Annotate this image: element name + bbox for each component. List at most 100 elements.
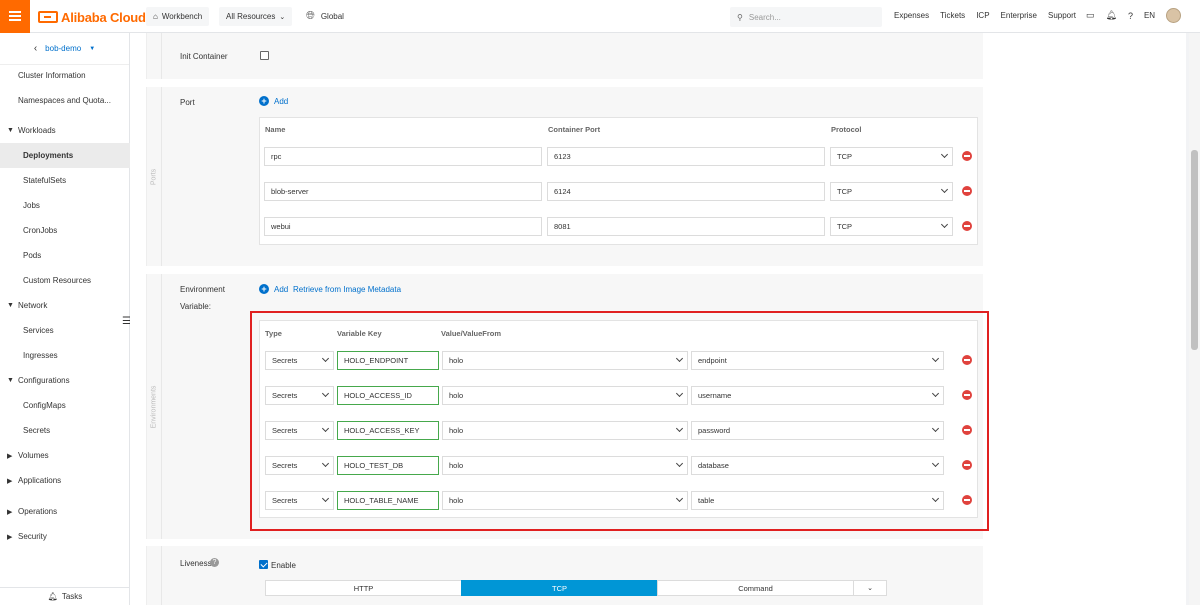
sidebar-group-applications[interactable]: ▶ Applications [0,468,130,493]
enable-label: Enable [271,561,296,570]
tab-http[interactable]: HTTP [265,580,462,596]
cluster-name: bob-demo [45,44,82,53]
container-port-input[interactable]: 6124 [547,182,825,201]
icp-link[interactable]: ICP [976,11,989,20]
sidebar-item-label: Cluster Information [18,71,86,80]
section-side-bar: Environments [147,274,162,539]
sidebar-item-label: Namespaces and Quota... [18,96,111,105]
init-container-checkbox[interactable] [260,51,269,60]
protocol-value: TCP [837,222,852,231]
sidebar-group-operations[interactable]: ▶ Operations [0,499,130,524]
sidebar-item-namespaces[interactable]: Namespaces and Quota... [0,88,130,113]
sidebar-item-ingresses[interactable]: Ingresses [0,343,130,368]
more-tabs-button[interactable]: ⌄ [853,580,887,596]
container-port-input[interactable]: 6123 [547,147,825,166]
home-icon: ⌂ [153,12,158,21]
sidebar-item-deployments[interactable]: Deployments [0,143,130,168]
sidebar-item-services[interactable]: Services [0,318,130,343]
chevron-down-icon [940,220,949,229]
language-switch[interactable]: EN [1144,11,1155,20]
caret-down-icon: ▼ [89,45,96,52]
sidebar-group-configurations[interactable]: ▼ Configurations [0,368,130,393]
sidebar-item-label: Applications [18,476,62,485]
sidebar-item-label: Secrets [23,426,51,435]
support-link[interactable]: Support [1048,11,1076,20]
ports-section: Ports Port + Add Name Container Port Pro… [146,87,983,266]
retrieve-metadata-link[interactable]: Retrieve from Image Metadata [293,285,401,294]
terminal-icon[interactable]: ▭ [1086,10,1095,21]
sidebar-item-label: Pods [23,251,42,260]
workbench-button[interactable]: ⌂ Workbench [146,7,210,26]
caret-down-icon: ▼ [7,127,14,134]
plus-circle-icon: + [259,96,269,106]
init-container-section: Init Container [146,33,983,79]
sidebar-item-cronjobs[interactable]: CronJobs [0,218,130,243]
search-input[interactable]: ⚲ Search... [730,7,882,27]
tickets-link[interactable]: Tickets [940,11,965,20]
sidebar-item-label: Deployments [23,151,74,160]
top-links: Expenses Tickets ICP Enterprise Support [894,11,1076,20]
init-container-label: Init Container [180,52,228,61]
help-icon[interactable]: ? [1128,11,1133,21]
page-scrollbar[interactable] [1189,33,1200,605]
port-label: Port [180,98,195,107]
remove-port-icon[interactable] [962,221,972,231]
menu-icon[interactable] [0,0,30,33]
sidebar-item-label: Security [18,532,47,541]
all-resources-label: All Resources [226,12,276,21]
container-port-input[interactable]: 8081 [547,217,825,236]
tab-tcp[interactable]: TCP [461,580,658,596]
remove-port-icon[interactable] [962,186,972,196]
sidebar-group-security[interactable]: ▶ Security [0,524,130,549]
liveness-label: Liveness [180,559,212,568]
globe-icon: 🌐︎ [306,10,315,22]
cluster-selector[interactable]: ‹ bob-demo ▼ [0,33,129,65]
sidebar-group-network[interactable]: ▼ Network [0,293,130,318]
scrollbar-thumb[interactable] [1191,150,1198,350]
sidebar-item-cluster-information[interactable]: Cluster Information [0,63,130,88]
region-selector[interactable]: 🌐︎ Global [306,10,344,23]
sidebar-item-label: Operations [18,507,58,516]
remove-port-icon[interactable] [962,151,972,161]
sidebar-item-label: Jobs [23,201,40,210]
sidebar-item-configmaps[interactable]: ConfigMaps [0,393,130,418]
add-port-button[interactable]: + Add [259,96,288,106]
protocol-select[interactable]: TCP [830,217,953,236]
sidebar-item-label: Ingresses [23,351,58,360]
sidebar-item-jobs[interactable]: Jobs [0,193,130,218]
search-placeholder: Search... [748,12,781,22]
tab-command[interactable]: Command [657,580,854,596]
chevron-down-icon: ⌄ [279,13,286,21]
sidebar-group-volumes[interactable]: ▶ Volumes [0,443,130,468]
expenses-link[interactable]: Expenses [894,11,929,20]
plus-circle-icon: + [259,284,269,294]
enterprise-link[interactable]: Enterprise [1001,11,1037,20]
sidebar-item-statefulsets[interactable]: StatefulSets [0,168,130,193]
sidebar-item-secrets[interactable]: Secrets [0,418,130,443]
liveness-enable-checkbox[interactable] [259,560,268,569]
back-arrow-icon[interactable]: ‹ [34,43,37,54]
protocol-select[interactable]: TCP [830,182,953,201]
avatar[interactable] [1166,8,1182,23]
sidebar-item-custom-resources[interactable]: Custom Resources [0,268,130,293]
sidebar-group-workloads[interactable]: ▼ Workloads [0,118,130,143]
chevron-down-icon [940,185,949,194]
sidebar-item-label: Volumes [18,451,49,460]
caret-right-icon: ▶ [7,452,13,460]
port-name-input[interactable]: rpc [264,147,542,166]
help-icon[interactable]: ? [210,558,219,567]
tasks-button[interactable]: 🔔︎ Tasks [0,587,130,605]
port-name-input[interactable]: webui [264,217,542,236]
sidebar-item-pods[interactable]: Pods [0,243,130,268]
workbench-label: Workbench [161,12,203,21]
alibaba-cloud-logo[interactable]: Alibaba Cloud [38,9,146,25]
caret-right-icon: ▶ [7,477,13,485]
environments-side-label: Environments [150,385,158,428]
all-resources-dropdown[interactable]: All Resources ⌄ [219,7,293,26]
caret-down-icon: ▼ [7,377,14,384]
bell-icon[interactable]: 🔔︎ [1106,10,1117,21]
port-name-input[interactable]: blob-server [264,182,542,201]
section-side-bar: Ports [147,87,162,266]
protocol-select[interactable]: TCP [830,147,953,166]
add-env-button[interactable]: + Add [259,284,288,294]
